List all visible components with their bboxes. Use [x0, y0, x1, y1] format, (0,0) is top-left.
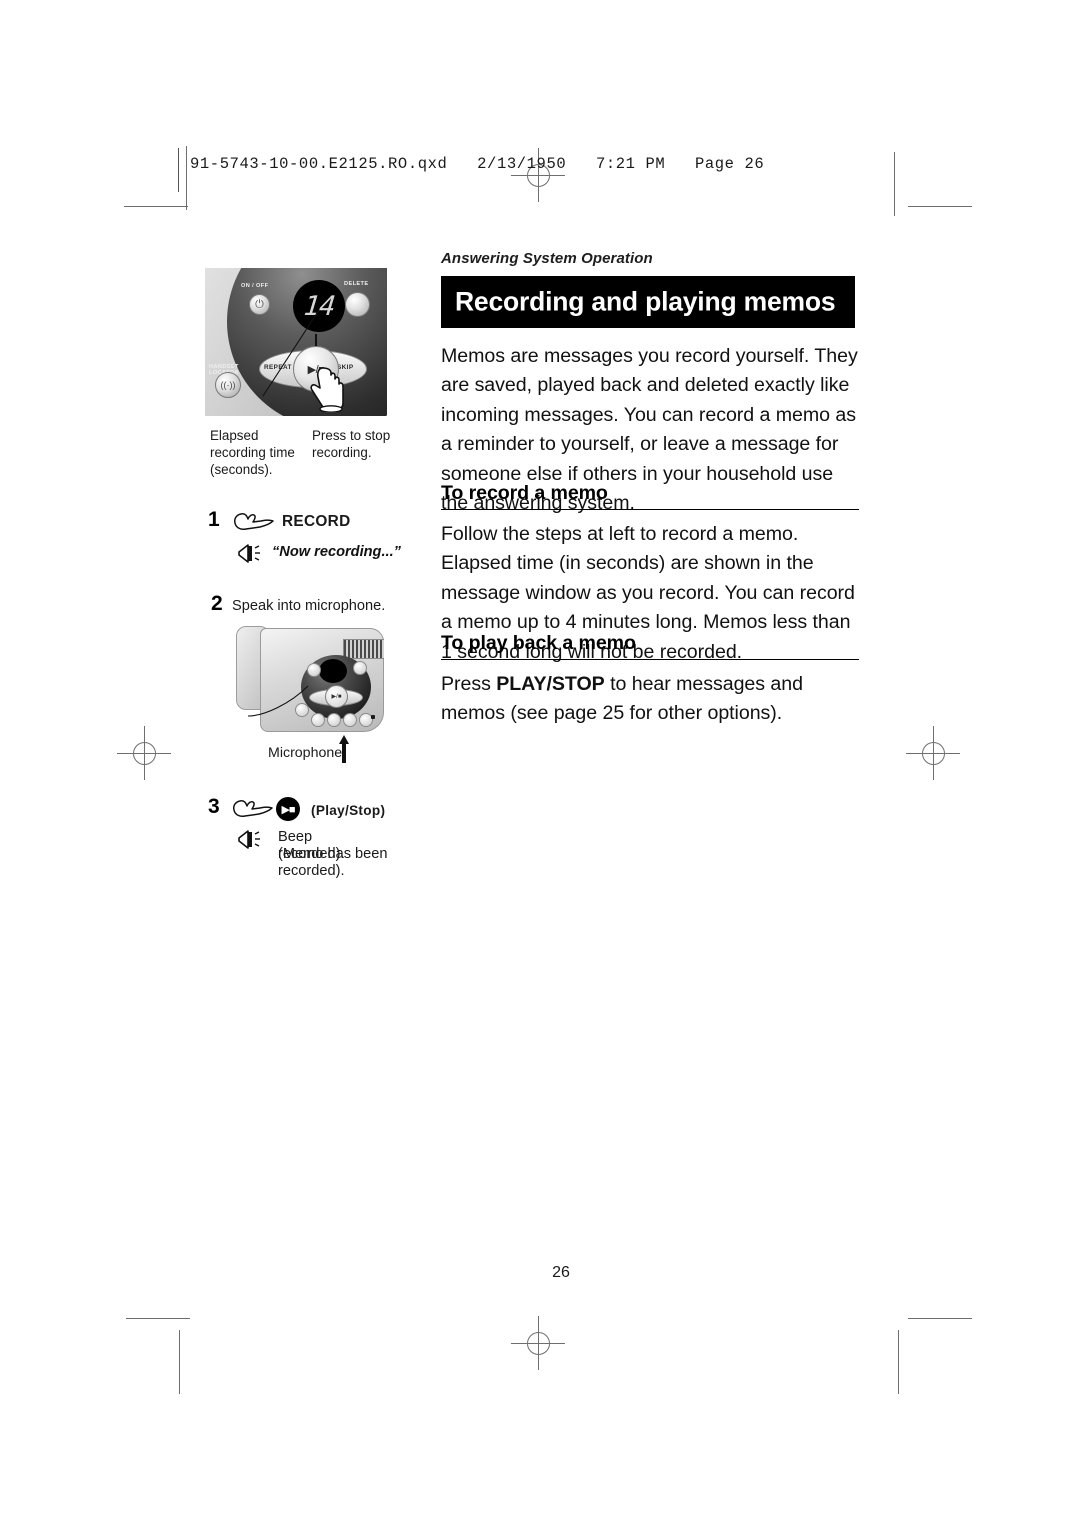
step-3-number: 3 — [208, 795, 220, 818]
pointing-hand-icon-step3 — [232, 797, 274, 819]
page-title: Recording and playing memos — [455, 286, 836, 317]
section-heading-play: To play back a memo — [441, 632, 859, 660]
caption-press-to-stop: Press to stop recording. — [312, 428, 391, 460]
section-heading-record: To record a memo — [441, 482, 859, 510]
page-title-bar: Recording and playing memos — [441, 276, 855, 328]
play-body-before: Press — [441, 673, 497, 695]
pointing-hand-illustration — [309, 364, 345, 413]
step-3-play-stop-icon: ▶■ — [281, 803, 295, 816]
step-3-beep-line3: recorded). — [278, 863, 345, 879]
delete-label: DELETE — [344, 281, 369, 287]
section-play-back-a-memo: To play back a memo Press PLAY/STOP to h… — [441, 632, 859, 729]
microphone-leader-line — [247, 685, 309, 717]
microphone-arrow-icon — [338, 735, 350, 763]
speaker-icon-step1 — [234, 542, 262, 564]
base-message-window — [319, 659, 347, 683]
speaker-icon-step3 — [234, 828, 262, 850]
caption-microphone: Microphone — [268, 745, 343, 761]
step-2-label: Speak into microphone. — [232, 598, 386, 614]
step-3-label: (Play/Stop) — [311, 803, 386, 818]
step-2-number: 2 — [211, 592, 223, 615]
base-onoff-button[interactable] — [307, 663, 321, 677]
step-3-beep-line1: Beep — [278, 829, 313, 845]
locator-icon: ((·)) — [220, 380, 236, 390]
step-1-number: 1 — [208, 508, 220, 531]
base-play-stop-icon: ▶/■ — [331, 694, 342, 700]
page-folio: 26 — [0, 1264, 1080, 1282]
base-bottom-button-2[interactable] — [327, 713, 341, 727]
base-bottom-button-3[interactable] — [343, 713, 357, 727]
step-1-voice-prompt: “Now recording...” — [272, 544, 401, 560]
handset-locator-button[interactable]: ((·)) — [215, 372, 241, 398]
base-delete-button[interactable] — [353, 661, 367, 675]
answering-machine-base-illustration: ▶/■ — [236, 622, 384, 740]
document-page: Answering System Operation Recording and… — [0, 0, 1080, 1528]
caption-elapsed-time: Elapsed recording time (seconds). — [210, 428, 295, 477]
answering-machine-top-illustration: 14 ON / OFF ⏻ DELETE REPEAT SKIP ▶/■ HAN… — [205, 268, 387, 416]
play-stop-keyword: PLAY/STOP — [496, 673, 605, 695]
step-3-play-stop-button[interactable]: ▶■ — [276, 797, 300, 821]
section-body-play: Press PLAY/STOP to hear messages and mem… — [441, 670, 859, 729]
step-1-label: RECORD — [282, 513, 351, 530]
base-play-stop-button[interactable]: ▶/■ — [325, 685, 348, 708]
speaker-grille — [343, 639, 384, 659]
running-head: Answering System Operation — [441, 250, 653, 267]
page-number: 26 — [552, 1264, 570, 1281]
pointing-hand-icon-step1 — [233, 510, 275, 532]
on-off-label: ON / OFF — [241, 283, 269, 289]
microphone-port — [371, 715, 375, 719]
step-3-beep-line2b: (Memo has been — [278, 846, 388, 862]
